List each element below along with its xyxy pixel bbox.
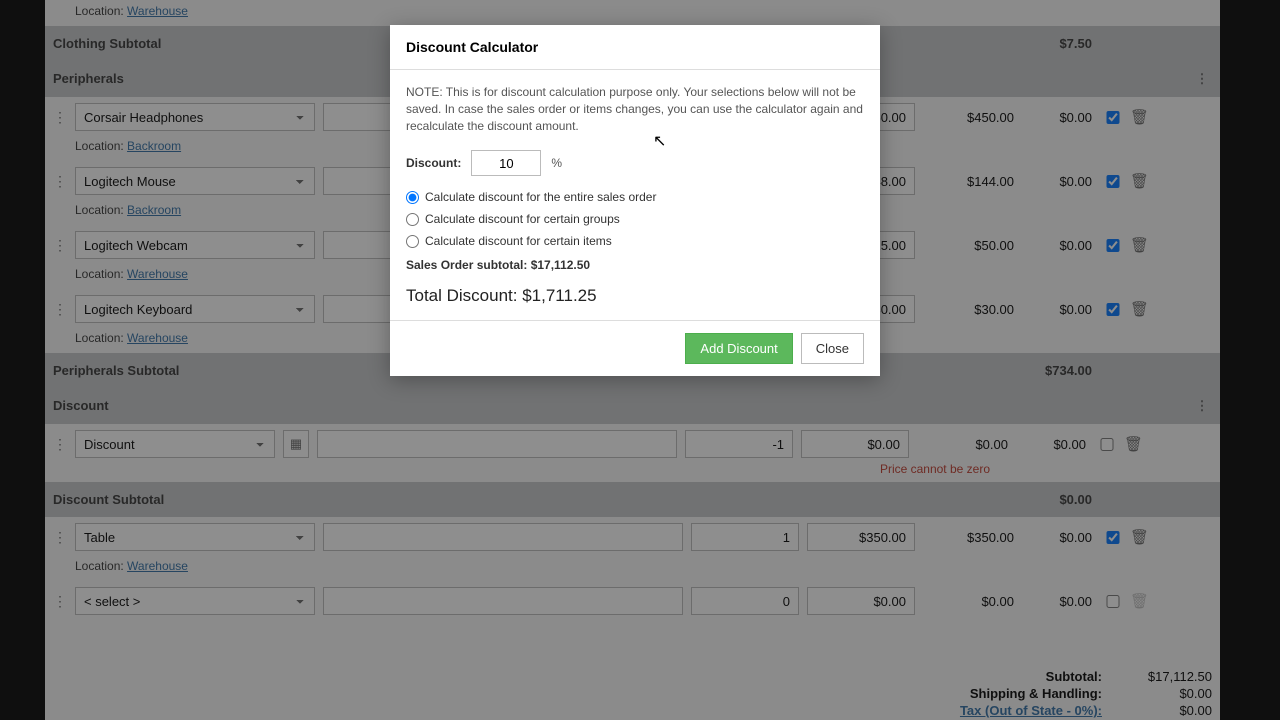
discount-calculator-modal: Discount Calculator NOTE: This is for di… [390,25,880,376]
add-discount-button[interactable]: Add Discount [685,333,792,364]
discount-label: Discount: [406,156,461,170]
radio-label: Calculate discount for certain groups [425,212,620,226]
modal-title: Discount Calculator [390,25,880,70]
total-discount: Total Discount: $1,711.25 [406,286,864,306]
radio-certain-groups[interactable] [406,213,419,226]
percent-symbol: % [551,156,562,170]
radio-label: Calculate discount for certain items [425,234,612,248]
modal-note: NOTE: This is for discount calculation p… [406,84,864,134]
radio-entire-order[interactable] [406,191,419,204]
radio-label: Calculate discount for the entire sales … [425,190,656,204]
close-button[interactable]: Close [801,333,864,364]
discount-input[interactable] [471,150,541,176]
so-subtotal: Sales Order subtotal: $17,112.50 [406,258,864,272]
radio-certain-items[interactable] [406,235,419,248]
